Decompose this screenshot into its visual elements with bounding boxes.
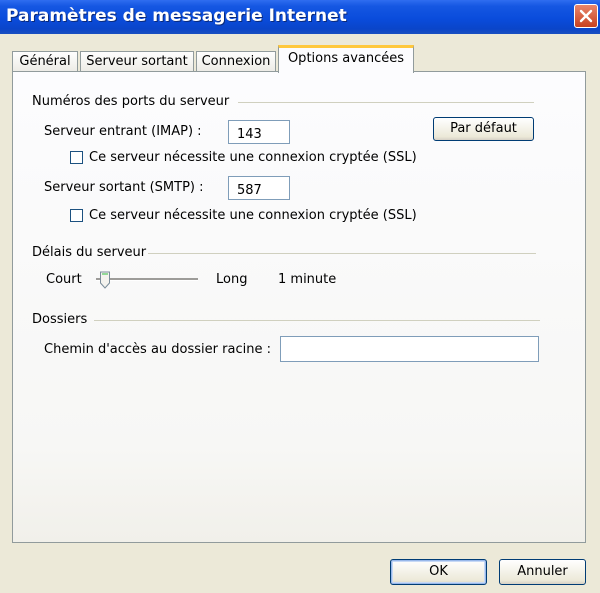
timeout-slider-thumb[interactable] [96, 271, 114, 289]
incoming-ssl-checkbox[interactable] [70, 151, 83, 164]
root-path-input[interactable] [280, 336, 539, 362]
tab-label: Options avancées [287, 51, 405, 66]
outgoing-port-label: Serveur sortant (SMTP) : [44, 180, 204, 195]
window-title: Paramètres de messagerie Internet [6, 6, 347, 26]
close-button[interactable] [574, 4, 598, 28]
timeout-value: 1 minute [278, 272, 337, 287]
outgoing-port-input[interactable] [228, 176, 290, 200]
title-bar[interactable]: Paramètres de messagerie Internet [0, 0, 600, 34]
tab-connection[interactable]: Connexion [196, 51, 276, 72]
tab-label: Général [19, 54, 71, 69]
ok-button-label: OK [429, 564, 448, 579]
tab-panel [12, 71, 586, 543]
root-path-label: Chemin d'accès au dossier racine : [44, 342, 271, 357]
default-button[interactable]: Par défaut [433, 117, 534, 141]
tab-advanced-options[interactable]: Options avancées [278, 45, 414, 73]
folders-divider [94, 320, 540, 321]
close-icon [579, 9, 593, 23]
incoming-ssl-label: Ce serveur nécessite une connexion crypt… [89, 150, 417, 165]
ports-heading: Numéros des ports du serveur [32, 94, 230, 109]
ports-divider [238, 102, 534, 103]
outgoing-ssl-checkbox[interactable] [70, 209, 83, 222]
tab-outgoing-server[interactable]: Serveur sortant [80, 51, 194, 72]
timeouts-heading: Délais du serveur [32, 245, 147, 260]
incoming-port-input[interactable] [228, 120, 290, 144]
cancel-button[interactable]: Annuler [499, 559, 586, 585]
folders-heading: Dossiers [32, 312, 88, 327]
tab-label: Serveur sortant [86, 54, 188, 69]
cancel-button-label: Annuler [517, 564, 568, 579]
ok-button[interactable]: OK [390, 559, 487, 585]
slider-long-label: Long [216, 272, 248, 287]
outgoing-ssl-label: Ce serveur nécessite une connexion crypt… [89, 208, 417, 223]
timeouts-divider [148, 253, 536, 254]
dialog-window: Paramètres de messagerie Internet Généra… [0, 0, 600, 593]
default-button-label: Par défaut [450, 121, 517, 136]
incoming-port-label: Serveur entrant (IMAP) : [44, 124, 202, 139]
slider-short-label: Court [46, 272, 82, 287]
tab-label: Connexion [201, 54, 271, 69]
tab-general[interactable]: Général [12, 51, 78, 72]
